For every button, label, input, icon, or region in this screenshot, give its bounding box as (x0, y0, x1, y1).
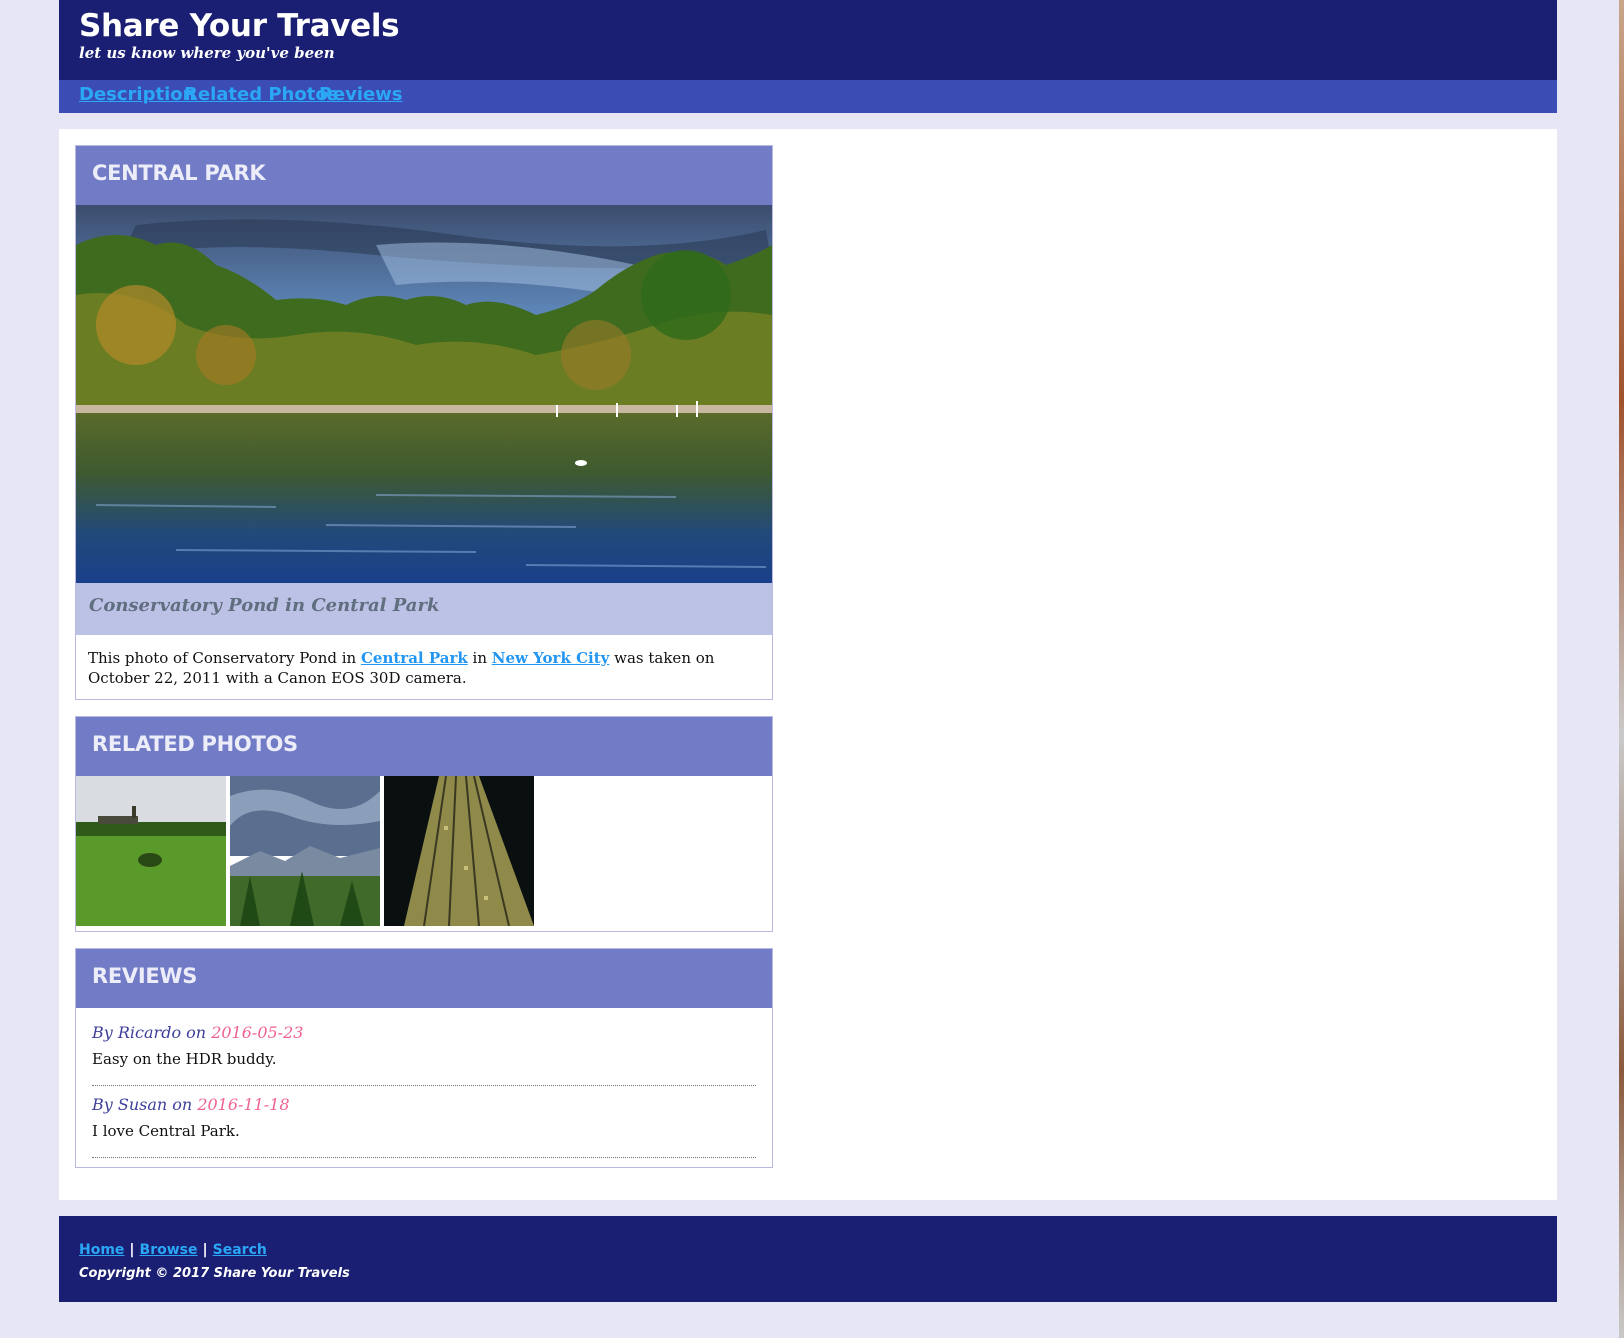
photo-description: This photo of Conservatory Pond in Centr… (88, 648, 756, 688)
central-park-photo (76, 205, 772, 583)
photo-caption-bar: Conservatory Pond in Central Park (76, 583, 772, 635)
related-photos-panel: RELATED PHOTOS (75, 716, 773, 932)
review-meta: By Susan on 2016-11-18 (92, 1095, 290, 1114)
nav-link-reviews[interactable]: Reviews (319, 84, 403, 105)
field-with-church-photo (76, 776, 226, 926)
photo-title: CENTRAL PARK (92, 161, 266, 185)
related-photos-heading: RELATED PHOTOS (76, 717, 772, 776)
review-meta: By Ricardo on 2016-05-23 (92, 1023, 303, 1042)
review-item: By Ricardo on 2016-05-23 Easy on the HDR… (92, 1023, 756, 1086)
review-date: 2016-05-23 (211, 1023, 304, 1042)
related-photo-thumbnail[interactable] (384, 776, 534, 926)
footer-separator: | (202, 1242, 208, 1258)
site-footer: Home | Browse | Search Copyright © 2017 Shar… (59, 1216, 1557, 1302)
photo-panel-heading: CENTRAL PARK (76, 146, 772, 205)
mountain-valley-photo (230, 776, 380, 926)
reviews-panel: REVIEWS By Ricardo on 2016-05-23 Easy on… (75, 948, 773, 1168)
description-text: This photo of Conservatory Pond in (88, 649, 361, 667)
photo-caption: Conservatory Pond in Central Park (89, 595, 440, 616)
main-nav: Description Related Photos Reviews (59, 80, 1557, 113)
new-york-city-link[interactable]: New York City (492, 649, 610, 667)
site-title: Share Your Travels (79, 8, 400, 44)
footer-link-search[interactable]: Search (213, 1242, 267, 1258)
footer-link-browse[interactable]: Browse (140, 1242, 198, 1258)
site-header: Share Your Travels let us know where you… (59, 0, 1557, 80)
review-text: Easy on the HDR buddy. (92, 1050, 277, 1068)
description-text: in (467, 649, 492, 667)
related-photo-thumbnail[interactable] (230, 776, 380, 926)
skyscraper-photo (384, 776, 534, 926)
review-author: By Susan on (92, 1095, 198, 1114)
reviews-title: REVIEWS (92, 964, 198, 988)
review-text: I love Central Park. (92, 1122, 240, 1140)
window-edge (1619, 0, 1624, 1338)
central-park-link[interactable]: Central Park (361, 649, 468, 667)
photo-panel: CENTRAL PARK Conservatory Pond in Centra… (75, 145, 773, 700)
nav-link-description[interactable]: Description (79, 84, 195, 105)
related-photo-thumbnail[interactable] (76, 776, 226, 926)
reviews-heading: REVIEWS (76, 949, 772, 1008)
footer-link-home[interactable]: Home (79, 1242, 124, 1258)
review-author: By Ricardo on (92, 1023, 212, 1042)
site-tagline: let us know where you've been (79, 44, 335, 62)
review-item: By Susan on 2016-11-18 I love Central Pa… (92, 1095, 756, 1158)
review-date: 2016-11-18 (197, 1095, 290, 1114)
content-area: CENTRAL PARK Conservatory Pond in Centra… (59, 129, 1557, 1200)
related-photos-title: RELATED PHOTOS (92, 732, 298, 756)
copyright-text: Copyright © 2017 Share Your Travels (79, 1266, 350, 1281)
nav-link-related-photos[interactable]: Related Photos (184, 84, 338, 105)
footer-links: Home | Browse | Search (79, 1242, 267, 1258)
footer-separator: | (129, 1242, 135, 1258)
